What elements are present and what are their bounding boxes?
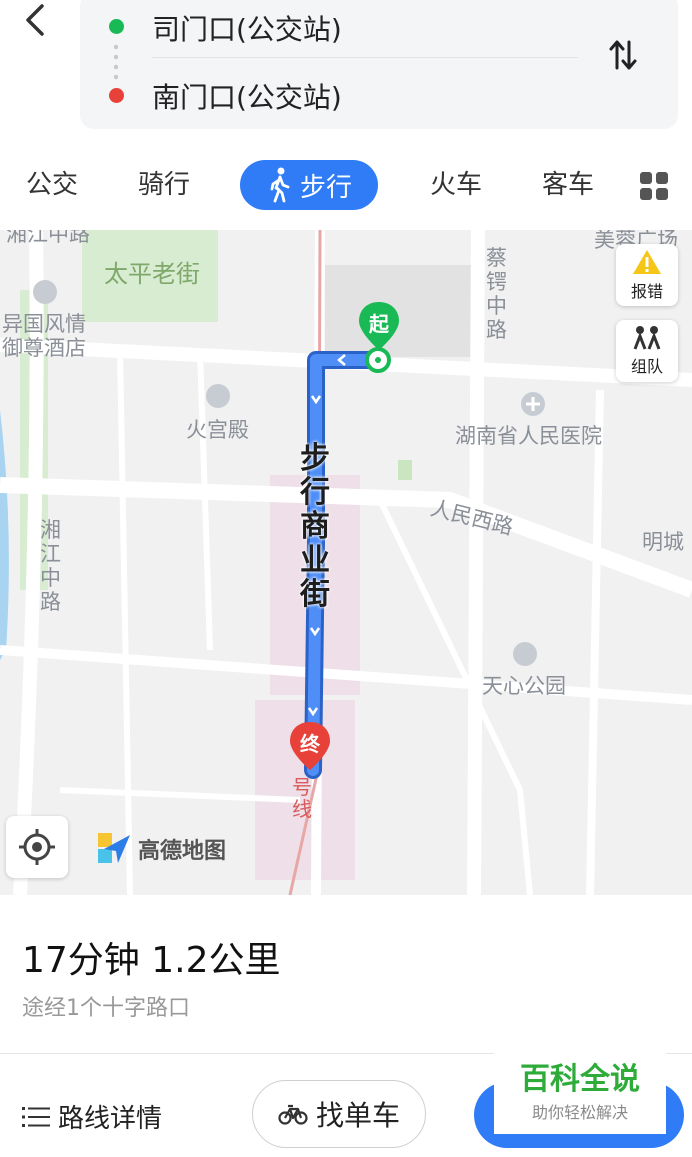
more-modes-grid-icon[interactable] (640, 172, 668, 200)
route-summary-panel[interactable]: 17分钟 1.2公里 途经1个十字路口 (0, 895, 692, 1055)
route-card: 司门口(公交站) 南门口(公交站) (80, 0, 678, 129)
start-marker: 起 (356, 300, 402, 354)
map-label-mingcheng: 明城 (642, 530, 684, 554)
map-label-xiangjiang-road: 湘江中路 (40, 518, 61, 614)
route-divider (152, 57, 578, 58)
report-error-label: 报错 (630, 282, 663, 301)
destination-field[interactable]: 南门口(公交站) (152, 76, 342, 116)
start-marker-label: 起 (369, 312, 389, 336)
map-label-yuzun: 御尊酒店 (2, 336, 86, 360)
destination-row[interactable]: 南门口(公交站) (80, 68, 678, 128)
route-header: 司门口(公交站) 南门口(公交站) (0, 0, 692, 140)
find-bike-label: 找单车 (315, 1099, 400, 1132)
tab-walking[interactable]: 步行 (240, 160, 378, 210)
travel-mode-tabs: 公交 骑行 步行 火车 客车 (0, 152, 692, 218)
map-label-tianxin-park: 天心公园 (482, 674, 566, 698)
map-view[interactable]: 湘江中路 美蓉广场 太平老街 异国风情 御尊酒店 火宫殿 蔡锷中路 湖南省人民医… (0, 230, 692, 895)
group-label: 组队 (630, 357, 663, 376)
map-label-top-left: 湘江中路 (6, 230, 90, 246)
origin-dot-icon (109, 19, 124, 34)
baike-watermark: 百科全说 助你轻松解决 (494, 1052, 666, 1134)
route-details-button[interactable]: 路线详情 (22, 1098, 162, 1135)
end-marker-label: 终 (300, 732, 320, 756)
route-details-label: 路线详情 (58, 1104, 163, 1134)
find-bike-button[interactable]: 找单车 (252, 1080, 426, 1148)
end-marker: 终 (287, 720, 333, 774)
warning-icon (633, 250, 661, 274)
bicycle-icon (278, 1104, 308, 1125)
watermark-subtitle: 助你轻松解决 (531, 1103, 628, 1122)
map-label-caie-road: 蔡锷中路 (486, 246, 507, 342)
amap-logo-icon (98, 833, 130, 863)
origin-field[interactable]: 司门口(公交站) (152, 8, 342, 48)
list-icon (22, 1106, 50, 1127)
tab-bus[interactable]: 公交 (26, 164, 78, 201)
tab-coach[interactable]: 客车 (542, 164, 594, 201)
duration-distance: 17分钟 1.2公里 (22, 940, 281, 981)
map-label-huogongdian: 火宫殿 (186, 418, 249, 442)
locate-crosshair-icon (19, 829, 55, 865)
tab-walking-label: 步行 (299, 172, 352, 203)
tab-train[interactable]: 火车 (430, 164, 482, 201)
map-label-taiping: 太平老街 (104, 260, 200, 288)
swap-icon[interactable] (606, 38, 640, 72)
back-icon[interactable] (18, 2, 54, 38)
locate-button[interactable] (6, 816, 68, 878)
map-base (0, 230, 692, 895)
map-label-hospital: 湖南省人民医院 (455, 424, 602, 448)
origin-row[interactable]: 司门口(公交站) (80, 0, 678, 60)
report-error-button[interactable]: 报错 (616, 244, 678, 306)
destination-dot-icon (109, 88, 124, 103)
map-label-pedestrian-street: 步行商业街 (300, 441, 330, 612)
walking-icon (266, 167, 292, 203)
watermark-title: 百科全说 (520, 1062, 640, 1097)
map-label-metro-line: 号线 (292, 775, 312, 821)
tab-cycling[interactable]: 骑行 (138, 164, 190, 201)
route-via-text: 途经1个十字路口 (22, 996, 190, 1021)
group-people-icon (633, 326, 661, 350)
amap-logo-text: 高德地图 (138, 839, 227, 864)
group-button[interactable]: 组队 (616, 320, 678, 382)
amap-logo: 高德地图 (96, 831, 226, 867)
